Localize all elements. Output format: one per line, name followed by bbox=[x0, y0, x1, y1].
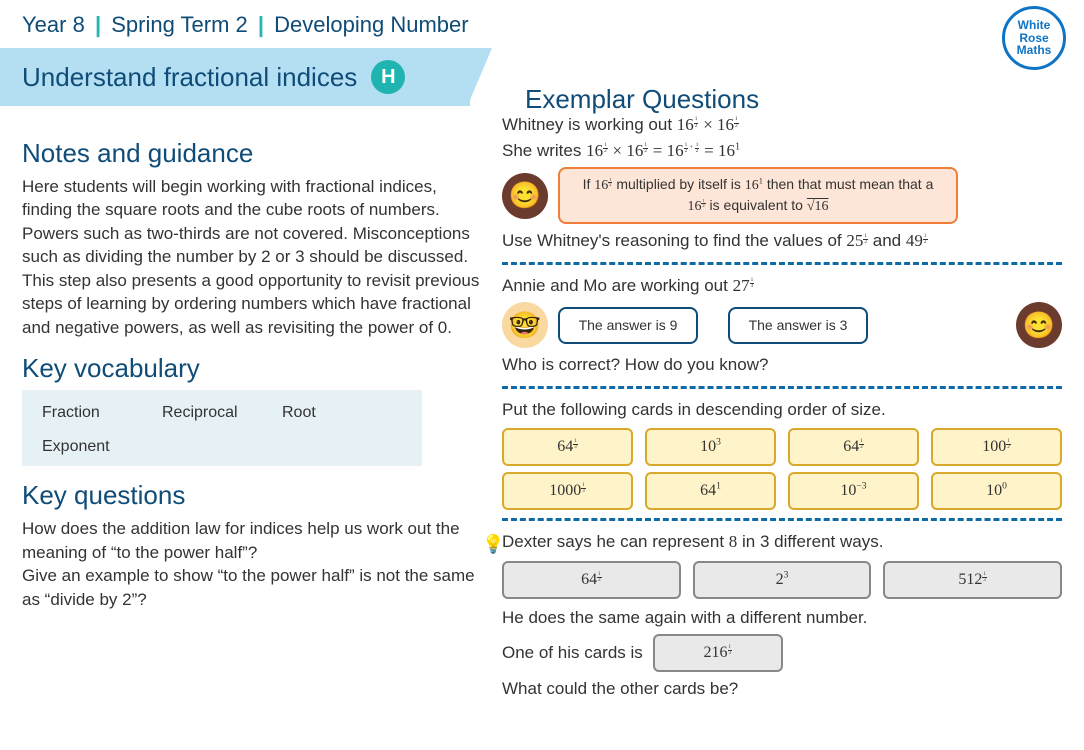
divider bbox=[502, 518, 1062, 521]
math-card: 23 bbox=[693, 561, 872, 599]
term-label: Spring Term 2 bbox=[111, 12, 248, 37]
q1-speech-row: 😊 If 1612 multiplied by itself is 161 th… bbox=[502, 167, 1062, 224]
card-row-1: 6413 103 6412 10012 bbox=[502, 428, 1062, 466]
math-card: 100 bbox=[931, 472, 1062, 510]
keyq-2: Give an example to show “to the power ha… bbox=[22, 564, 482, 611]
keyq-1: How does the addition law for indices he… bbox=[22, 517, 482, 564]
q1-prompt: Use Whitney's reasoning to find the valu… bbox=[502, 228, 1062, 254]
badge-higher: H bbox=[371, 60, 405, 94]
q2-line1: Annie and Mo are working out 2713 bbox=[502, 273, 1062, 299]
math-card: 51213 bbox=[883, 561, 1062, 599]
card-row-2: 100013 641 10−3 100 bbox=[502, 472, 1062, 510]
q1-line2: She writes 1612 × 1612 = 1612 + 12 = 161 bbox=[502, 138, 1062, 164]
divider bbox=[502, 262, 1062, 265]
math-card: 10012 bbox=[931, 428, 1062, 466]
page-header: Year 8 | Spring Term 2 | Developing Numb… bbox=[0, 0, 1084, 48]
vocab-item: Root bbox=[282, 404, 402, 422]
lightbulb-icon: 💡 bbox=[482, 531, 504, 558]
avatar-annie: 🤓 bbox=[502, 302, 548, 348]
math-card: 21613 bbox=[653, 634, 783, 672]
q4-line3: One of his cards is 21613 bbox=[502, 634, 1062, 672]
topic-label: Developing Number bbox=[274, 12, 468, 37]
left-column: Notes and guidance Here students will be… bbox=[22, 106, 482, 702]
divider bbox=[502, 386, 1062, 389]
math-card: 10−3 bbox=[788, 472, 919, 510]
q1-line1: Whitney is working out 1612 × 1612 bbox=[502, 112, 1062, 138]
vocab-heading: Key vocabulary bbox=[22, 353, 482, 384]
q2-prompt: Who is correct? How do you know? bbox=[502, 352, 1062, 378]
q4-line2: He does the same again with a different … bbox=[502, 605, 1062, 631]
lesson-title: Understand fractional indices bbox=[22, 62, 357, 93]
q2-speech-row: 🤓 The answer is 9 The answer is 3 😊 bbox=[502, 302, 1062, 348]
brand-logo: White Rose Maths bbox=[1002, 6, 1066, 70]
speech-annie: The answer is 9 bbox=[558, 307, 698, 344]
right-column: Whitney is working out 1612 × 1612 She w… bbox=[502, 106, 1062, 702]
math-card: 6412 bbox=[788, 428, 919, 466]
card-row-3: 6412 23 51213 bbox=[502, 561, 1062, 599]
math-card: 100013 bbox=[502, 472, 633, 510]
notes-text: Here students will begin working with fr… bbox=[22, 175, 482, 339]
avatar-mo: 😊 bbox=[1016, 302, 1062, 348]
q4-line4: What could the other cards be? bbox=[502, 676, 1062, 702]
vocab-item: Fraction bbox=[42, 404, 162, 422]
q3-prompt: Put the following cards in descending or… bbox=[502, 397, 1062, 423]
math-card: 103 bbox=[645, 428, 776, 466]
lesson-banner: Understand fractional indices H bbox=[0, 48, 470, 106]
speech-bubble-whitney: If 1612 multiplied by itself is 161 then… bbox=[558, 167, 958, 224]
avatar-whitney: 😊 bbox=[502, 173, 548, 219]
exemplar-heading: Exemplar Questions bbox=[525, 84, 759, 115]
math-card: 6413 bbox=[502, 428, 633, 466]
q4-block: 💡 Dexter says he can represent 8 in 3 di… bbox=[502, 529, 1062, 702]
vocab-item: Reciprocal bbox=[162, 404, 282, 422]
notes-heading: Notes and guidance bbox=[22, 138, 482, 169]
year-label: Year 8 bbox=[22, 12, 85, 37]
keyq-heading: Key questions bbox=[22, 480, 482, 511]
q4-line1: Dexter says he can represent 8 in 3 diff… bbox=[502, 529, 1062, 555]
speech-mo: The answer is 3 bbox=[728, 307, 868, 344]
vocab-item: Exponent bbox=[42, 438, 162, 456]
vocab-box: Fraction Reciprocal Root Exponent bbox=[22, 390, 422, 466]
math-card: 6412 bbox=[502, 561, 681, 599]
math-card: 641 bbox=[645, 472, 776, 510]
